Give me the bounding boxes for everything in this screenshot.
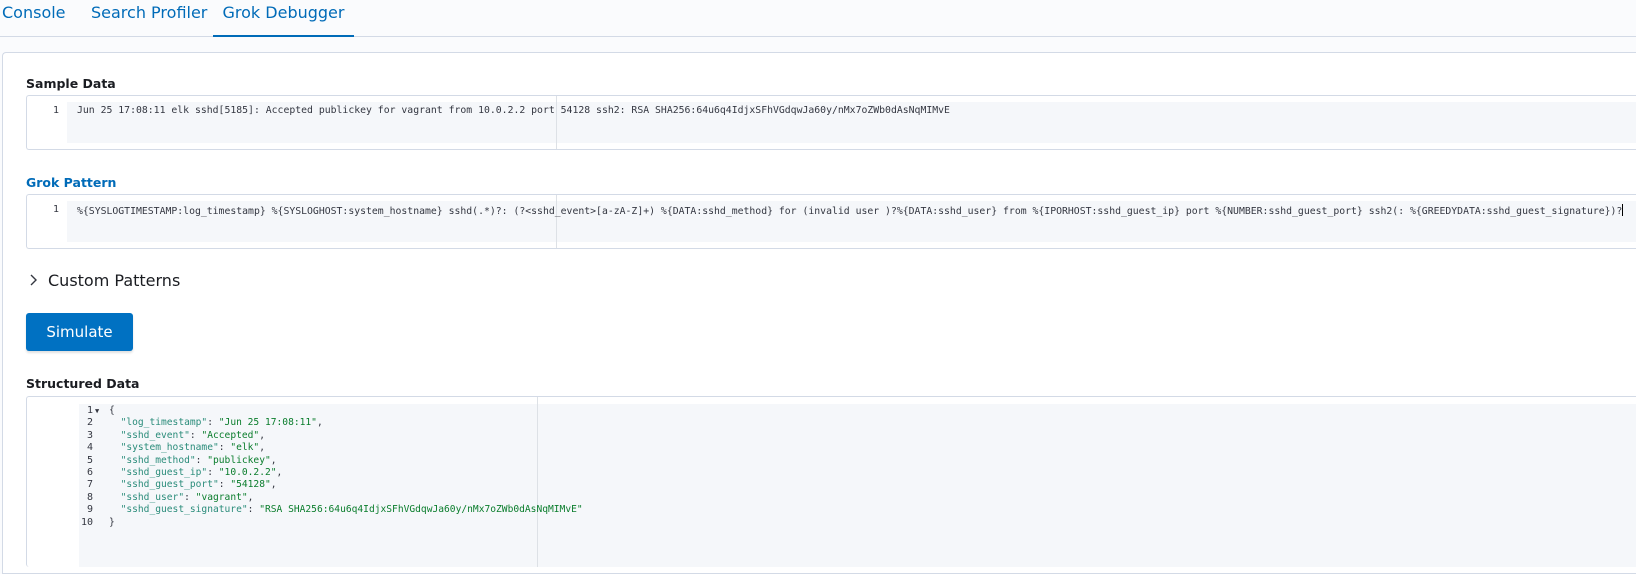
json-value: "vagrant" <box>195 491 248 503</box>
json-separator: : <box>207 467 219 478</box>
json-key: "system_hostname" <box>120 442 219 454</box>
line-number: 10 <box>80 516 93 528</box>
json-separator: : <box>184 491 196 503</box>
json-key: "sshd_guest_signature" <box>120 504 248 516</box>
json-line-text: "sshd_method": "publickey", <box>109 455 277 466</box>
json-value: "Jun 25 17:08:11" <box>218 417 317 429</box>
fold-toggle-icon[interactable]: ▼ <box>95 407 99 415</box>
sample-data-label: Sample Data <box>26 76 116 91</box>
json-line: 8 "sshd_user": "vagrant", <box>27 492 1636 505</box>
json-line: 10} <box>27 517 1636 530</box>
json-comma: , <box>259 442 265 454</box>
json-separator: : <box>207 417 219 429</box>
json-line-text: { <box>109 405 115 416</box>
json-output: 1 ▼ {2 "log_timestamp": "Jun 25 17:08:11",… <box>27 405 1636 545</box>
line-number: 6 <box>86 467 93 478</box>
json-value: "10.0.2.2" <box>218 467 277 478</box>
json-key: "sshd_guest_ip" <box>120 467 208 478</box>
tab-grok-debugger-label: Grok Debugger <box>222 3 345 22</box>
json-separator: : <box>218 479 231 491</box>
json-line-text: "sshd_guest_signature": "RSA SHA256:64u6… <box>109 504 583 515</box>
json-value: "Accepted" <box>201 429 260 441</box>
json-line-text: "sshd_user": "vagrant", <box>109 491 254 503</box>
sample-data-editor[interactable]: 1 Jun 25 17:08:11 elk sshd[5185]: Accept… <box>26 95 1636 150</box>
grok-pattern-label: Grok Pattern <box>26 175 117 190</box>
line-number: 3 <box>86 429 93 441</box>
text-cursor <box>1622 204 1624 216</box>
line-number: 5 <box>86 454 93 466</box>
json-line: 2 "log_timestamp": "Jun 25 17:08:11", <box>27 417 1636 430</box>
json-separator: : <box>195 454 208 466</box>
json-line: 3 "sshd_event": "Accepted", <box>27 430 1636 443</box>
json-key: "log_timestamp" <box>120 417 208 429</box>
line-number: 4 <box>86 442 93 454</box>
line-number: 1 <box>86 405 93 416</box>
grok-pattern-text-wrap: %{SYSLOGTIMESTAMP:log_timestamp} %{SYSLO… <box>77 204 1624 217</box>
json-comma: , <box>270 454 277 466</box>
json-line: 9 "sshd_guest_signature": "RSA SHA256:64… <box>27 504 1636 517</box>
grok-pattern-editor[interactable]: 1 %{SYSLOGTIMESTAMP:log_timestamp} %{SYS… <box>26 194 1636 249</box>
json-line: 4 "system_hostname": "elk", <box>27 442 1636 455</box>
structured-data-label: Structured Data <box>26 376 140 391</box>
print-margin <box>556 96 557 149</box>
simulate-button[interactable]: Simulate <box>26 313 133 351</box>
tab-search-profiler-label: Search Profiler <box>91 3 208 22</box>
json-separator: : <box>189 429 202 441</box>
custom-patterns-label: Custom Patterns <box>48 270 181 290</box>
line-number: 1 <box>52 105 59 116</box>
tab-console[interactable]: Console <box>2 0 66 35</box>
json-value: "elk" <box>230 442 260 454</box>
sample-data-text: Jun 25 17:08:11 elk sshd[5185]: Accepted… <box>77 105 950 116</box>
json-line: 7 "sshd_guest_port": "54128", <box>27 479 1636 492</box>
line-number: 8 <box>86 491 93 503</box>
simulate-button-label: Simulate <box>46 323 113 341</box>
tab-console-label: Console <box>2 3 66 22</box>
json-line-text: "log_timestamp": "Jun 25 17:08:11", <box>109 417 323 428</box>
json-line-text: "sshd_guest_ip": "10.0.2.2", <box>109 467 283 478</box>
custom-patterns-accordion[interactable]: Custom Patterns <box>26 268 180 292</box>
json-value: "54128" <box>230 479 271 491</box>
json-line: 5 "sshd_method": "publickey", <box>27 455 1636 468</box>
json-key: "sshd_user" <box>120 491 185 503</box>
json-line: 6 "sshd_guest_ip": "10.0.2.2", <box>27 467 1636 480</box>
json-value: "publickey" <box>207 454 271 466</box>
tab-grok-debugger[interactable]: Grok Debugger <box>213 0 354 37</box>
json-comma: , <box>270 479 277 491</box>
structured-data-editor[interactable]: 1 ▼ {2 "log_timestamp": "Jun 25 17:08:11",… <box>26 396 1636 567</box>
dev-tools-tabs: Console Search Profiler Grok Debugger <box>0 0 1636 37</box>
json-separator: : <box>247 504 260 516</box>
line-number: 7 <box>86 479 93 491</box>
json-comma: , <box>276 467 283 478</box>
json-line-text: } <box>109 516 115 528</box>
json-comma: , <box>247 491 254 503</box>
json-key: "sshd_method" <box>120 454 196 466</box>
json-key: "sshd_event" <box>120 429 190 441</box>
tab-search-profiler[interactable]: Search Profiler <box>91 0 207 35</box>
json-comma: , <box>316 417 323 429</box>
json-comma: , <box>259 429 265 441</box>
print-margin <box>556 195 557 248</box>
json-value: "RSA SHA256:64u6q4IdjxSFhVGdqwJa60y/nMx7… <box>259 504 583 516</box>
chevron-right-icon <box>30 274 37 286</box>
grok-pattern-text: %{SYSLOGTIMESTAMP:log_timestamp} %{SYSLO… <box>77 206 1623 217</box>
json-line-text: "sshd_event": "Accepted", <box>109 430 265 441</box>
line-number: 2 <box>86 417 93 429</box>
json-line: 1 ▼ { <box>27 405 1636 418</box>
line-number: 9 <box>86 504 93 516</box>
json-line-text: "system_hostname": "elk", <box>109 442 265 453</box>
json-line-text: "sshd_guest_port": "54128", <box>109 479 277 490</box>
json-separator: : <box>218 442 231 454</box>
line-number: 1 <box>52 204 59 215</box>
json-key: "sshd_guest_port" <box>120 479 219 491</box>
